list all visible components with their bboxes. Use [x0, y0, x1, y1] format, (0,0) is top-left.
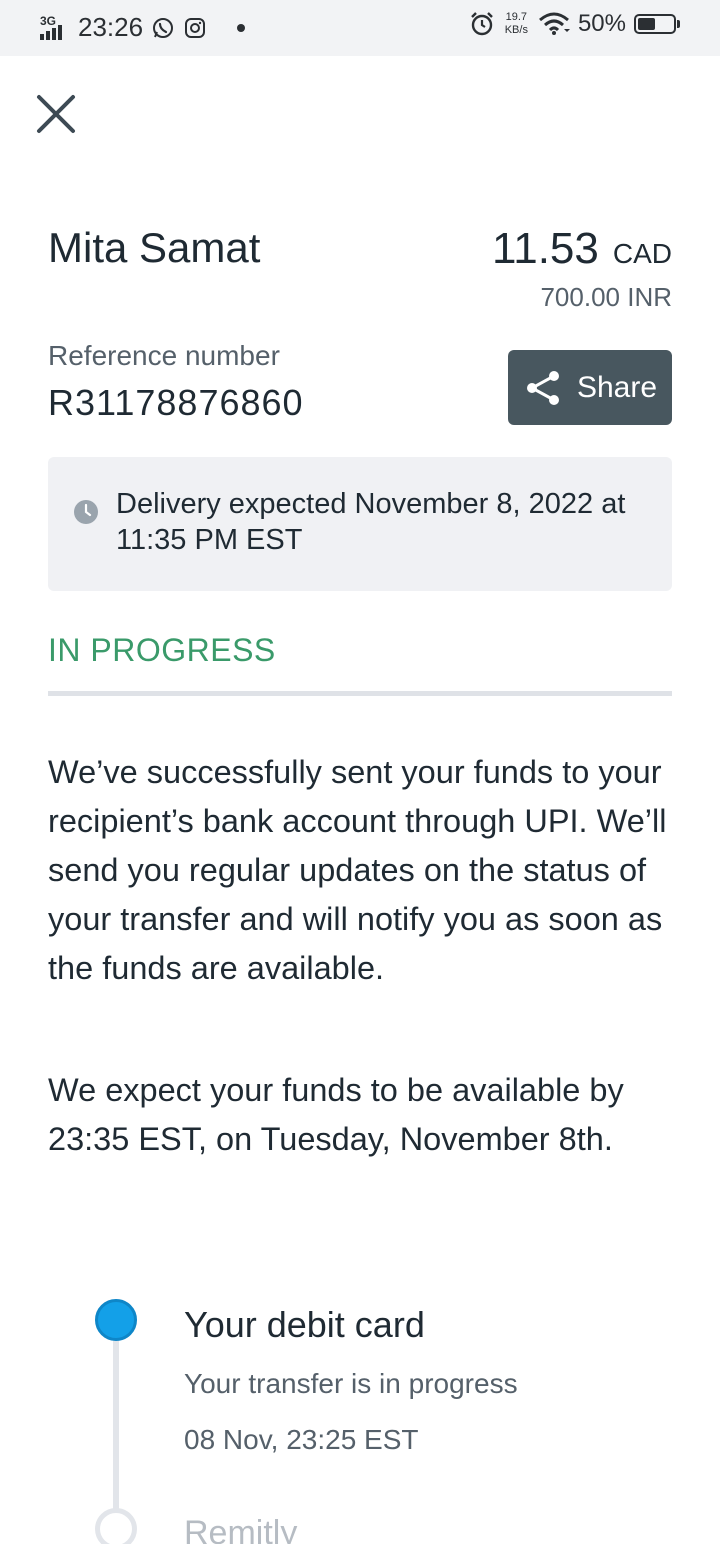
- timeline-step-subtitle: Your transfer is in progress: [184, 1368, 518, 1399]
- status-bar: 3G 23:26 19.7 KB/s 50%: [0, 0, 720, 56]
- sent-amount: 11.53 CAD: [492, 224, 672, 274]
- status-message: We’ve successfully sent your funds to yo…: [48, 754, 667, 986]
- close-icon: [37, 95, 75, 133]
- timeline-step-title: Your debit card: [184, 1304, 425, 1345]
- clock-time: 23:26: [78, 12, 144, 42]
- battery-icon: [634, 14, 680, 34]
- timeline-dot-pending: [95, 1508, 137, 1544]
- alarm-icon: [470, 12, 493, 36]
- signal-icon: 3G: [40, 14, 70, 42]
- share-label: Share: [576, 370, 658, 404]
- timeline-step-time: 08 Nov, 23:25 EST: [184, 1424, 419, 1455]
- delivery-info-box: Delivery expected November 8, 2022 at 11…: [48, 457, 672, 591]
- reference-label: Reference number: [48, 340, 280, 371]
- amount-value: 11.53: [492, 224, 599, 273]
- share-icon: [526, 370, 559, 405]
- status-label: IN PROGRESS: [48, 632, 276, 668]
- instagram-icon: [185, 17, 206, 38]
- timeline-step-title-pending: Remitly: [184, 1514, 298, 1544]
- status-bar-left: 3G 23:26: [40, 12, 246, 43]
- delivery-expected-text: Delivery expected November 8, 2022 at 11…: [116, 488, 626, 556]
- network-speed: 19.7 KB/s: [505, 11, 528, 37]
- status-bar-right: 19.7 KB/s 50%: [469, 10, 680, 38]
- notification-dot-icon: [237, 23, 246, 32]
- status-divider: [48, 691, 672, 696]
- reference-number: R31178876860: [48, 382, 304, 423]
- received-amount: 700.00 INR: [540, 282, 672, 312]
- timeline-line: [113, 1322, 119, 1532]
- whatsapp-icon: [153, 17, 174, 38]
- recipient-name: Mita Samat: [48, 224, 261, 271]
- clock-icon: [74, 500, 98, 524]
- timeline-dot-active: [95, 1299, 137, 1341]
- speed-value: 19.7: [505, 11, 528, 23]
- close-button[interactable]: [34, 92, 78, 136]
- wifi-icon: [538, 12, 570, 35]
- amount-currency: CAD: [612, 238, 672, 269]
- share-button[interactable]: Share: [508, 350, 672, 425]
- availability-message: We expect your funds to be available by …: [48, 1072, 624, 1157]
- speed-unit: KB/s: [504, 24, 528, 36]
- battery-percent: 50%: [577, 10, 626, 37]
